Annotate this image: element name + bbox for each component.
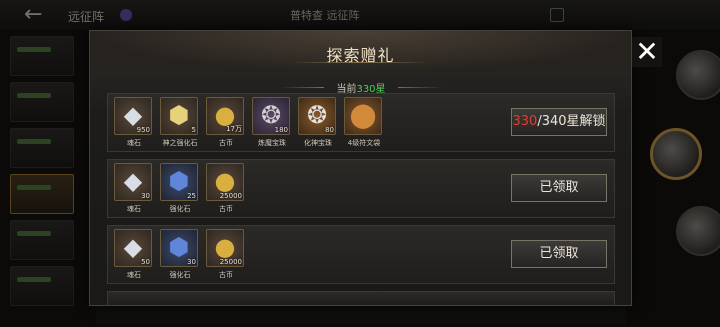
reward-item[interactable]: ● 17万 古币 bbox=[206, 97, 246, 148]
diamond-gem-icon: ◆ 50 bbox=[114, 229, 152, 267]
unlock-requirement: /340星解锁 bbox=[537, 114, 606, 129]
current-star-count: 330 bbox=[512, 114, 538, 129]
unlock-button[interactable]: 330/340星解锁 bbox=[511, 108, 607, 136]
reward-rows: ◆ 950 魂石 ⬢ 5 神之强化石 ● 17万 古币 ❂ 180 炼魔宝珠 ❂ 80 bbox=[107, 93, 615, 305]
reward-item[interactable]: ❂ 180 炼魔宝珠 bbox=[252, 97, 292, 148]
item-name: 魂石 bbox=[127, 271, 141, 279]
gold-coins-icon: ● 25000 bbox=[206, 163, 244, 201]
rune-bag-icon: ⬤ bbox=[344, 97, 382, 135]
reward-item[interactable]: ◆ 950 魂石 bbox=[114, 97, 154, 148]
gold-coins-icon: ● 17万 bbox=[206, 97, 244, 135]
reward-item[interactable]: ◆ 30 魂石 bbox=[114, 163, 154, 214]
explore-gift-modal: 探索赠礼 当前330星 ◆ 950 魂石 ⬢ 5 神之强化石 ● 17万 古币 … bbox=[89, 30, 632, 306]
claimed-button[interactable]: 已领取 bbox=[511, 174, 607, 202]
reward-item[interactable]: ⬢ 25 强化石 bbox=[160, 163, 200, 214]
silver-orb-icon: ❂ 180 bbox=[252, 97, 290, 135]
item-name: 强化石 bbox=[169, 271, 191, 279]
reward-row: ◆ 50 魂石 ⬢ 30 强化石 ● 25000 古币 已领取 bbox=[107, 225, 615, 284]
reward-item[interactable]: ❂ 80 化神宝珠 bbox=[298, 97, 338, 148]
item-name: 古币 bbox=[219, 205, 233, 213]
reward-row-partial bbox=[107, 291, 615, 305]
modal-header: 探索赠礼 bbox=[90, 31, 631, 73]
claimed-button[interactable]: 已领取 bbox=[511, 240, 607, 268]
gold-coins-icon: ● 25000 bbox=[206, 229, 244, 267]
gold-stone-icon: ⬢ 5 bbox=[160, 97, 198, 135]
reward-items: ◆ 30 魂石 ⬢ 25 强化石 ● 25000 古币 bbox=[114, 163, 252, 214]
item-name: 神之强化石 bbox=[162, 139, 198, 147]
reward-item[interactable]: ⬤ 4级符文袋 bbox=[344, 97, 384, 148]
item-name: 强化石 bbox=[169, 205, 191, 213]
diamond-gem-icon: ◆ 950 bbox=[114, 97, 152, 135]
reward-item[interactable]: ⬢ 30 强化石 bbox=[160, 229, 200, 280]
item-name: 古币 bbox=[219, 139, 233, 147]
close-icon[interactable]: ✕ bbox=[632, 37, 662, 67]
blue-stone-icon: ⬢ 30 bbox=[160, 229, 198, 267]
item-name: 古币 bbox=[219, 271, 233, 279]
blue-stone-icon: ⬢ 25 bbox=[160, 163, 198, 201]
item-name: 4级符文袋 bbox=[347, 139, 381, 147]
reward-item[interactable]: ● 25000 古币 bbox=[206, 229, 246, 280]
diamond-gem-icon: ◆ 30 bbox=[114, 163, 152, 201]
item-name: 魂石 bbox=[127, 205, 141, 213]
reward-row: ◆ 30 魂石 ⬢ 25 强化石 ● 25000 古币 已领取 bbox=[107, 159, 615, 218]
item-name: 魂石 bbox=[127, 139, 141, 147]
reward-item[interactable]: ◆ 50 魂石 bbox=[114, 229, 154, 280]
reward-row: ◆ 950 魂石 ⬢ 5 神之强化石 ● 17万 古币 ❂ 180 炼魔宝珠 ❂ 80 bbox=[107, 93, 615, 152]
reward-item[interactable]: ⬢ 5 神之强化石 bbox=[160, 97, 200, 148]
item-name: 化神宝珠 bbox=[304, 139, 332, 147]
reward-items: ◆ 50 魂石 ⬢ 30 强化石 ● 25000 古币 bbox=[114, 229, 252, 280]
reward-item[interactable]: ● 25000 古币 bbox=[206, 163, 246, 214]
silver-orb-pile-icon: ❂ 80 bbox=[298, 97, 336, 135]
reward-items: ◆ 950 魂石 ⬢ 5 神之强化石 ● 17万 古币 ❂ 180 炼魔宝珠 ❂ 80 bbox=[114, 97, 390, 148]
title-divider bbox=[290, 62, 430, 63]
item-name: 炼魔宝珠 bbox=[258, 139, 286, 147]
